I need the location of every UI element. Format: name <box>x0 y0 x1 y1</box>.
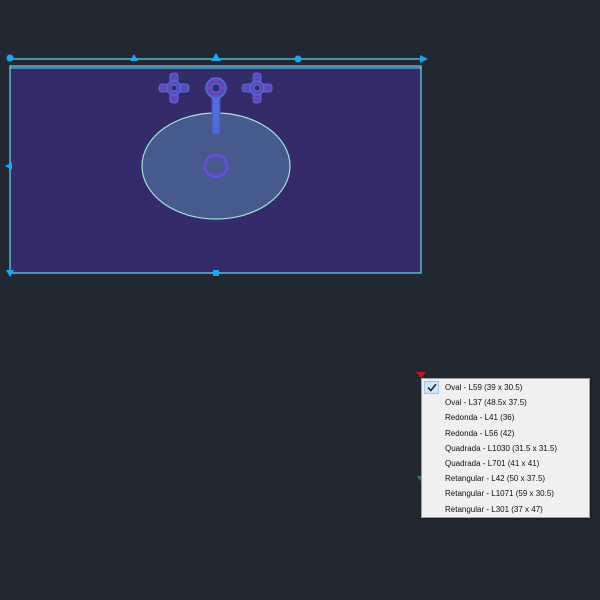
menu-item-label: Retangular - L1071 (59 x 30.5) <box>445 489 554 499</box>
grip-top-left[interactable] <box>6 54 14 62</box>
menu-item[interactable]: Redonda - L41 (36) <box>422 410 589 425</box>
menu-item-label: Retangular - L301 (37 x 47) <box>445 504 543 514</box>
menu-item[interactable]: Oval - L37 (48.5x 37.5) <box>422 395 589 410</box>
visibility-dropdown-menu[interactable]: Oval - L59 (39 x 30.5) Oval - L37 (48.5x… <box>421 378 590 518</box>
menu-item-label: Quadrada - L701 (41 x 41) <box>445 458 540 468</box>
grip-arrow-up-small[interactable] <box>130 54 138 61</box>
menu-item-label: Oval - L59 (39 x 30.5) <box>445 383 523 392</box>
menu-item[interactable]: Retangular - L1071 (59 x 30.5) <box>422 486 589 501</box>
checkmark-icon <box>424 381 439 394</box>
menu-item[interactable]: Retangular - L301 (37 x 47) <box>422 502 589 517</box>
menu-item[interactable]: Oval - L59 (39 x 30.5) <box>422 380 589 395</box>
menu-item[interactable]: Quadrada - L1030 (31.5 x 31.5) <box>422 441 589 456</box>
grip-arrow-right[interactable] <box>420 55 428 63</box>
menu-item[interactable]: Redonda - L56 (42) <box>422 426 589 441</box>
menu-item[interactable]: Quadrada - L701 (41 x 41) <box>422 456 589 471</box>
menu-item-label: Redonda - L41 (36) <box>445 413 515 423</box>
grip-top-circle[interactable] <box>294 55 302 63</box>
menu-item[interactable]: Retangular - L42 (50 x 37.5) <box>422 471 589 486</box>
menu-item-label: Oval - L37 (48.5x 37.5) <box>445 398 527 408</box>
menu-item-label: Retangular - L42 (50 x 37.5) <box>445 474 546 484</box>
menu-item-label: Quadrada - L1030 (31.5 x 31.5) <box>445 443 558 453</box>
grip-arrow-left[interactable] <box>5 162 12 170</box>
menu-item-label: Redonda - L56 (42) <box>445 428 515 438</box>
grip-bottom-square[interactable] <box>213 270 219 276</box>
grip-arrow-up-center[interactable] <box>211 53 221 61</box>
